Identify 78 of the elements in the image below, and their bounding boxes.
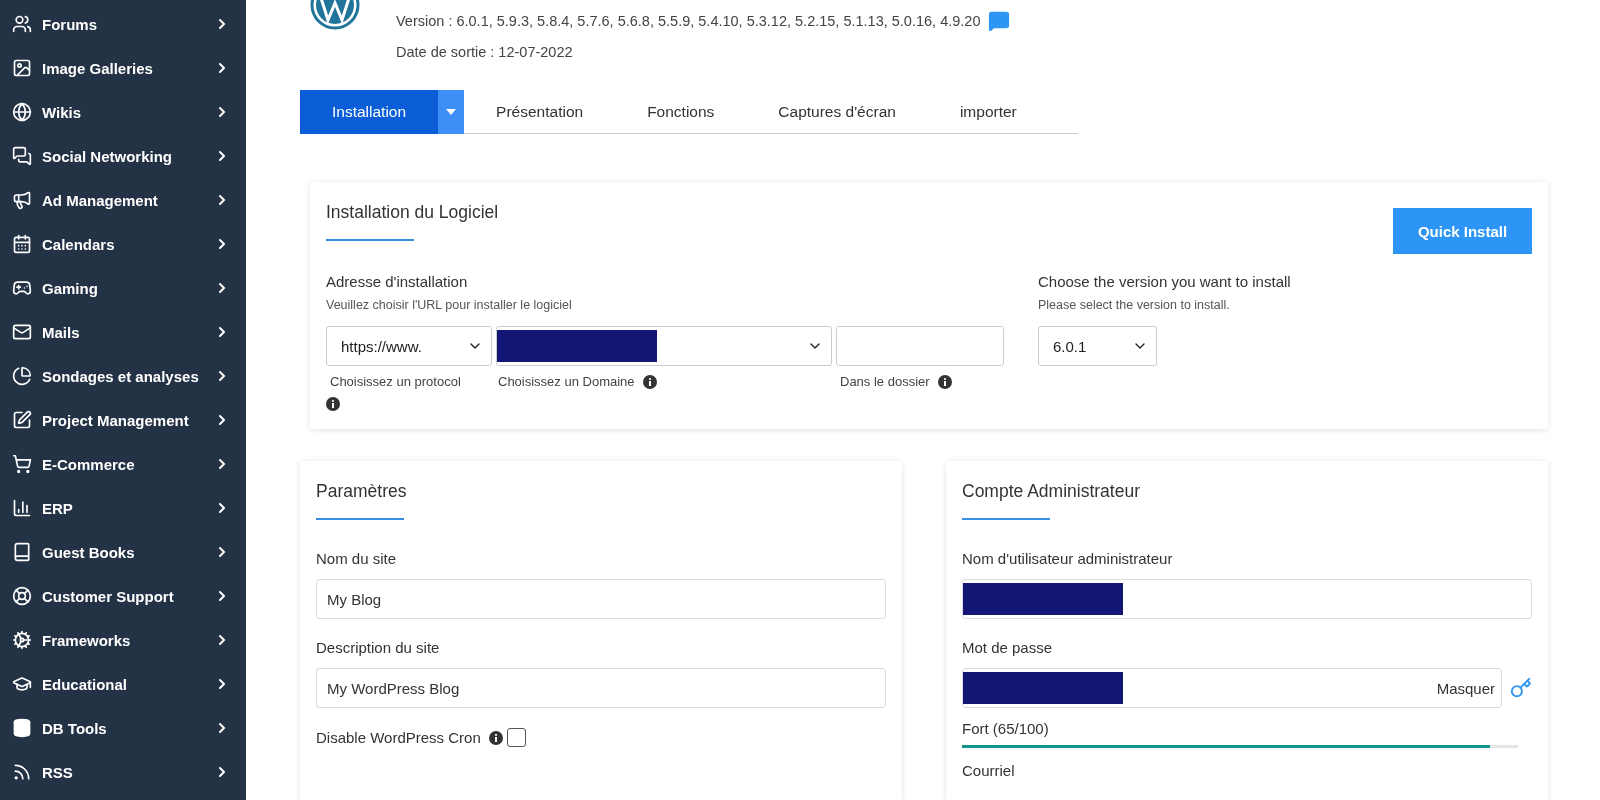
chat-icon bbox=[12, 146, 32, 166]
version-list: Version : 6.0.1, 5.9.3, 5.8.4, 5.7.6, 5.6.8, 5.5.9, 5.4.10, 5.3.12, 5.2.15, 5.1.13, 5.0.16, 4.9.20 bbox=[396, 13, 981, 29]
sidebar-item[interactable]: Image Galleries bbox=[0, 46, 246, 90]
megaphone-icon bbox=[12, 190, 32, 210]
version-select[interactable]: 6.0.1 bbox=[1038, 326, 1157, 366]
field-hint: Please select the version to install. bbox=[1038, 298, 1231, 312]
text-input[interactable] bbox=[962, 579, 1532, 619]
database-icon bbox=[12, 718, 32, 738]
sidebar-item[interactable]: Social Networking bbox=[0, 134, 246, 178]
sidebar-item[interactable]: ERP bbox=[0, 486, 246, 530]
sidebar-item[interactable]: Sondages et analyses bbox=[0, 354, 246, 398]
checkbox-label: Disable WordPress Cron bbox=[316, 729, 481, 746]
info-icon bbox=[326, 397, 340, 411]
field-label: Courriel bbox=[962, 762, 1016, 779]
tab[interactable]: Captures d'écran bbox=[746, 90, 928, 134]
sidebar-item[interactable]: Gaming bbox=[0, 266, 246, 310]
sidebar-item[interactable]: Project Management bbox=[0, 398, 246, 442]
book-icon bbox=[12, 542, 32, 562]
mail-icon bbox=[12, 322, 32, 342]
field-label: Choose the version you want to install bbox=[1038, 273, 1291, 290]
globe-icon bbox=[12, 102, 32, 122]
sidebar-item[interactable]: Ad Management bbox=[0, 178, 246, 222]
lifebuoy-icon bbox=[12, 586, 32, 606]
field-label: Nom du site bbox=[316, 550, 398, 567]
info-icon bbox=[642, 374, 657, 389]
hide-toggle[interactable]: Masquer bbox=[1436, 679, 1495, 697]
domain-select[interactable] bbox=[496, 326, 832, 366]
field-caption: Dans le dossier bbox=[840, 374, 930, 389]
caret-icon bbox=[446, 109, 457, 115]
tab[interactable]: Présentation bbox=[464, 90, 616, 134]
tab[interactable]: Installation bbox=[300, 90, 439, 134]
sidebar-item[interactable]: Customer Support bbox=[0, 574, 246, 618]
users-icon bbox=[12, 14, 32, 34]
field-hint: Veuillez choisir l'URL pour installer le logiciel bbox=[326, 298, 573, 312]
field-label: Description du site bbox=[316, 639, 441, 656]
edit-icon bbox=[12, 410, 32, 430]
sidebar-item[interactable]: Forums bbox=[0, 2, 246, 46]
password-input[interactable]: Masquer bbox=[962, 668, 1502, 708]
cart-icon bbox=[12, 454, 32, 474]
comment-icon[interactable] bbox=[988, 10, 1011, 32]
field-label: Mot de passe bbox=[962, 639, 1054, 656]
field-label: Nom d'utilisateur administrateur bbox=[962, 550, 1174, 567]
tab[interactable]: importer bbox=[927, 90, 1049, 134]
sidebar-item[interactable]: Wikis bbox=[0, 90, 246, 134]
pie-chart-icon bbox=[12, 366, 32, 386]
bar-chart-icon bbox=[12, 498, 32, 518]
sidebar-item[interactable]: Guest Books bbox=[0, 530, 246, 574]
info-icon bbox=[488, 730, 503, 745]
card-title: Paramètres bbox=[316, 481, 408, 502]
graduation-cap-icon bbox=[12, 674, 32, 694]
field-caption: Choisissez un protocol bbox=[329, 374, 462, 389]
card-title: Compte Administrateur bbox=[962, 481, 1141, 502]
info-icon bbox=[937, 374, 952, 389]
card-title: Installation du Logiciel bbox=[326, 202, 499, 223]
tab[interactable]: Fonctions bbox=[615, 90, 747, 134]
checkbox[interactable] bbox=[506, 728, 526, 747]
text-input[interactable]: My WordPress Blog bbox=[316, 668, 886, 708]
field-label: Adresse d'installation bbox=[326, 273, 469, 290]
sidebar-item[interactable]: Educational bbox=[0, 662, 246, 706]
rss-icon bbox=[12, 762, 32, 782]
sidebar-item[interactable]: DB Tools bbox=[0, 706, 246, 750]
dropdown-button[interactable] bbox=[438, 90, 465, 134]
calendar-icon bbox=[12, 234, 32, 254]
folder-input[interactable] bbox=[836, 326, 1004, 366]
sidebar-item[interactable]: RSS bbox=[0, 750, 246, 794]
sidebar-item[interactable]: Calendars bbox=[0, 222, 246, 266]
key-icon[interactable] bbox=[1510, 677, 1532, 699]
strength-label: Fort (65/100) bbox=[962, 720, 1050, 737]
image-icon bbox=[12, 58, 32, 78]
gear-icon bbox=[12, 630, 32, 650]
release-date: Date de sortie : 12-07-2022 bbox=[396, 44, 574, 60]
protocol-select[interactable]: https://www. bbox=[326, 326, 492, 366]
sidebar-item[interactable]: Mails bbox=[0, 310, 246, 354]
field-caption: Choisissez un Domaine bbox=[498, 374, 635, 389]
sidebar-item[interactable]: Frameworks bbox=[0, 618, 246, 662]
gamepad-icon bbox=[12, 278, 32, 298]
text-input[interactable]: My Blog bbox=[316, 579, 886, 619]
sidebar-item[interactable]: E-Commerce bbox=[0, 442, 246, 486]
